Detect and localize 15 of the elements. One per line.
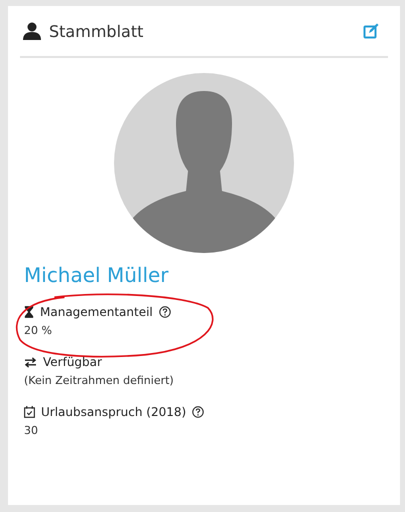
edit-icon[interactable] <box>363 23 379 39</box>
help-icon[interactable] <box>192 406 204 418</box>
field-label: Managementanteil <box>40 305 153 319</box>
user-icon <box>23 22 41 40</box>
help-icon[interactable] <box>158 306 171 318</box>
field-label: Verfügbar <box>43 355 102 369</box>
hourglass-icon <box>24 306 34 318</box>
field-value: 20 % <box>24 324 53 337</box>
card-title: Stammblatt <box>49 22 144 40</box>
field-label: Urlaubsanspruch (2018) <box>41 405 186 419</box>
profile-name: Michael Müller <box>24 263 170 287</box>
calendar-check-icon <box>24 406 35 418</box>
field-value: (Kein Zeitrahmen definiert) <box>24 374 175 387</box>
field-value: 30 <box>24 424 39 437</box>
swap-arrows-icon <box>24 356 37 368</box>
